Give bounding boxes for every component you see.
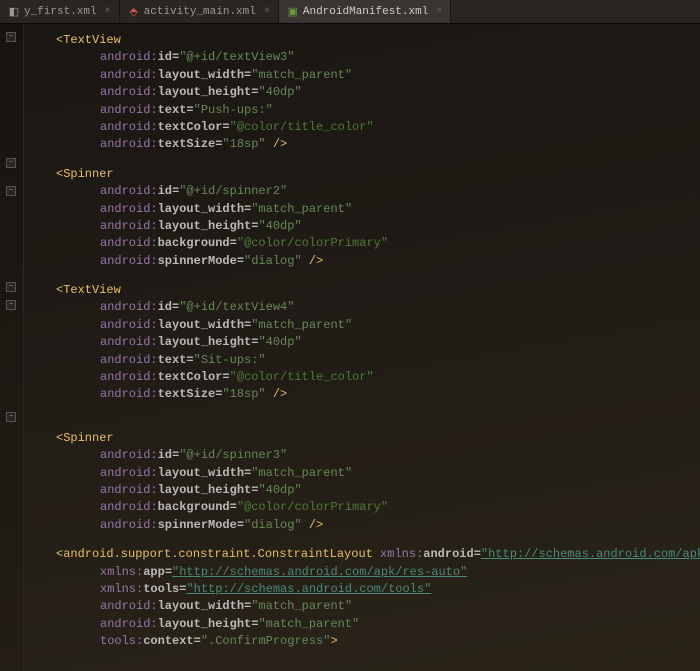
code-line: android:textColor="@color/title_color"	[28, 119, 692, 136]
tab-label: y_first.xml	[24, 6, 97, 18]
code-block-constraintlayout: <android.support.constraint.ConstraintLa…	[28, 546, 692, 650]
code-line: android:layout_width="match_parent"	[28, 201, 692, 218]
code-line: android:layout_width="match_parent"	[28, 67, 692, 84]
code-line: android:id="@+id/spinner2"	[28, 183, 692, 200]
tab-android-manifest[interactable]: ▣ AndroidManifest.xml ×	[279, 0, 451, 23]
code-line: android:layout_width="match_parent"	[28, 465, 692, 482]
fold-marker-icon[interactable]: −	[6, 32, 16, 42]
fold-marker-icon[interactable]: −	[6, 412, 16, 422]
code-line: android:text="Sit-ups:"	[28, 352, 692, 369]
tab-label: activity_main.xml	[144, 6, 256, 18]
tab-label: AndroidManifest.xml	[303, 6, 428, 18]
code-line: xmlns:tools="http://schemas.android.com/…	[28, 581, 692, 598]
code-line: android:background="@color/colorPrimary"	[28, 235, 692, 252]
fold-marker-icon[interactable]: −	[6, 282, 16, 292]
tab-activity-main[interactable]: ⬘ activity_main.xml ×	[120, 0, 279, 23]
code-line: android:id="@+id/spinner3"	[28, 447, 692, 464]
code-block-spinner: <Spinner android:id="@+id/spinner3" andr…	[28, 430, 692, 534]
fold-marker-icon[interactable]: −	[6, 186, 16, 196]
manifest-file-icon: ▣	[287, 6, 299, 18]
code-block-textview: <TextView android:id="@+id/textView3" an…	[28, 32, 692, 154]
fold-marker-icon[interactable]: −	[6, 300, 16, 310]
code-line: android:text="Push-ups:"	[28, 102, 692, 119]
code-line: tools:context=".ConfirmProgress">	[28, 633, 692, 650]
code-line: <TextView	[28, 32, 692, 49]
code-block-spinner: <Spinner android:id="@+id/spinner2" andr…	[28, 166, 692, 270]
code-line: android:layout_height="40dp"	[28, 84, 692, 101]
code-line: android:spinnerMode="dialog" />	[28, 517, 692, 534]
xml-file-icon: ◧	[8, 6, 20, 18]
code-line: android:layout_width="match_parent"	[28, 317, 692, 334]
close-icon[interactable]: ×	[436, 6, 442, 17]
code-line: android:layout_width="match_parent"	[28, 598, 692, 615]
code-line: android:textColor="@color/title_color"	[28, 369, 692, 386]
code-line: <TextView	[28, 282, 692, 299]
code-line: android:spinnerMode="dialog" />	[28, 253, 692, 270]
tab-first-xml[interactable]: ◧ y_first.xml ×	[0, 0, 120, 23]
code-line: android:layout_height="match_parent"	[28, 616, 692, 633]
close-icon[interactable]: ×	[264, 6, 270, 17]
code-line: <Spinner	[28, 166, 692, 183]
code-line: android:textSize="18sp" />	[28, 386, 692, 403]
code-line: android:layout_height="40dp"	[28, 218, 692, 235]
gutter: − − − − − −	[0, 24, 24, 671]
code-line: android:layout_height="40dp"	[28, 334, 692, 351]
code-line: android:layout_height="40dp"	[28, 482, 692, 499]
code-block-textview: <TextView android:id="@+id/textView4" an…	[28, 282, 692, 404]
fold-marker-icon[interactable]: −	[6, 158, 16, 168]
code-line: <android.support.constraint.ConstraintLa…	[28, 546, 692, 563]
code-line: android:id="@+id/textView4"	[28, 299, 692, 316]
code-line: <Spinner	[28, 430, 692, 447]
close-icon[interactable]: ×	[105, 6, 111, 17]
layout-file-icon: ⬘	[128, 6, 140, 18]
code-line: android:id="@+id/textView3"	[28, 49, 692, 66]
tab-bar: ◧ y_first.xml × ⬘ activity_main.xml × ▣ …	[0, 0, 700, 24]
code-line: android:background="@color/colorPrimary"	[28, 499, 692, 516]
code-editor[interactable]: − − − − − − <TextView android:id="@+id/t…	[0, 24, 700, 671]
code-line: xmlns:app="http://schemas.android.com/ap…	[28, 564, 692, 581]
code-line: android:textSize="18sp" />	[28, 136, 692, 153]
